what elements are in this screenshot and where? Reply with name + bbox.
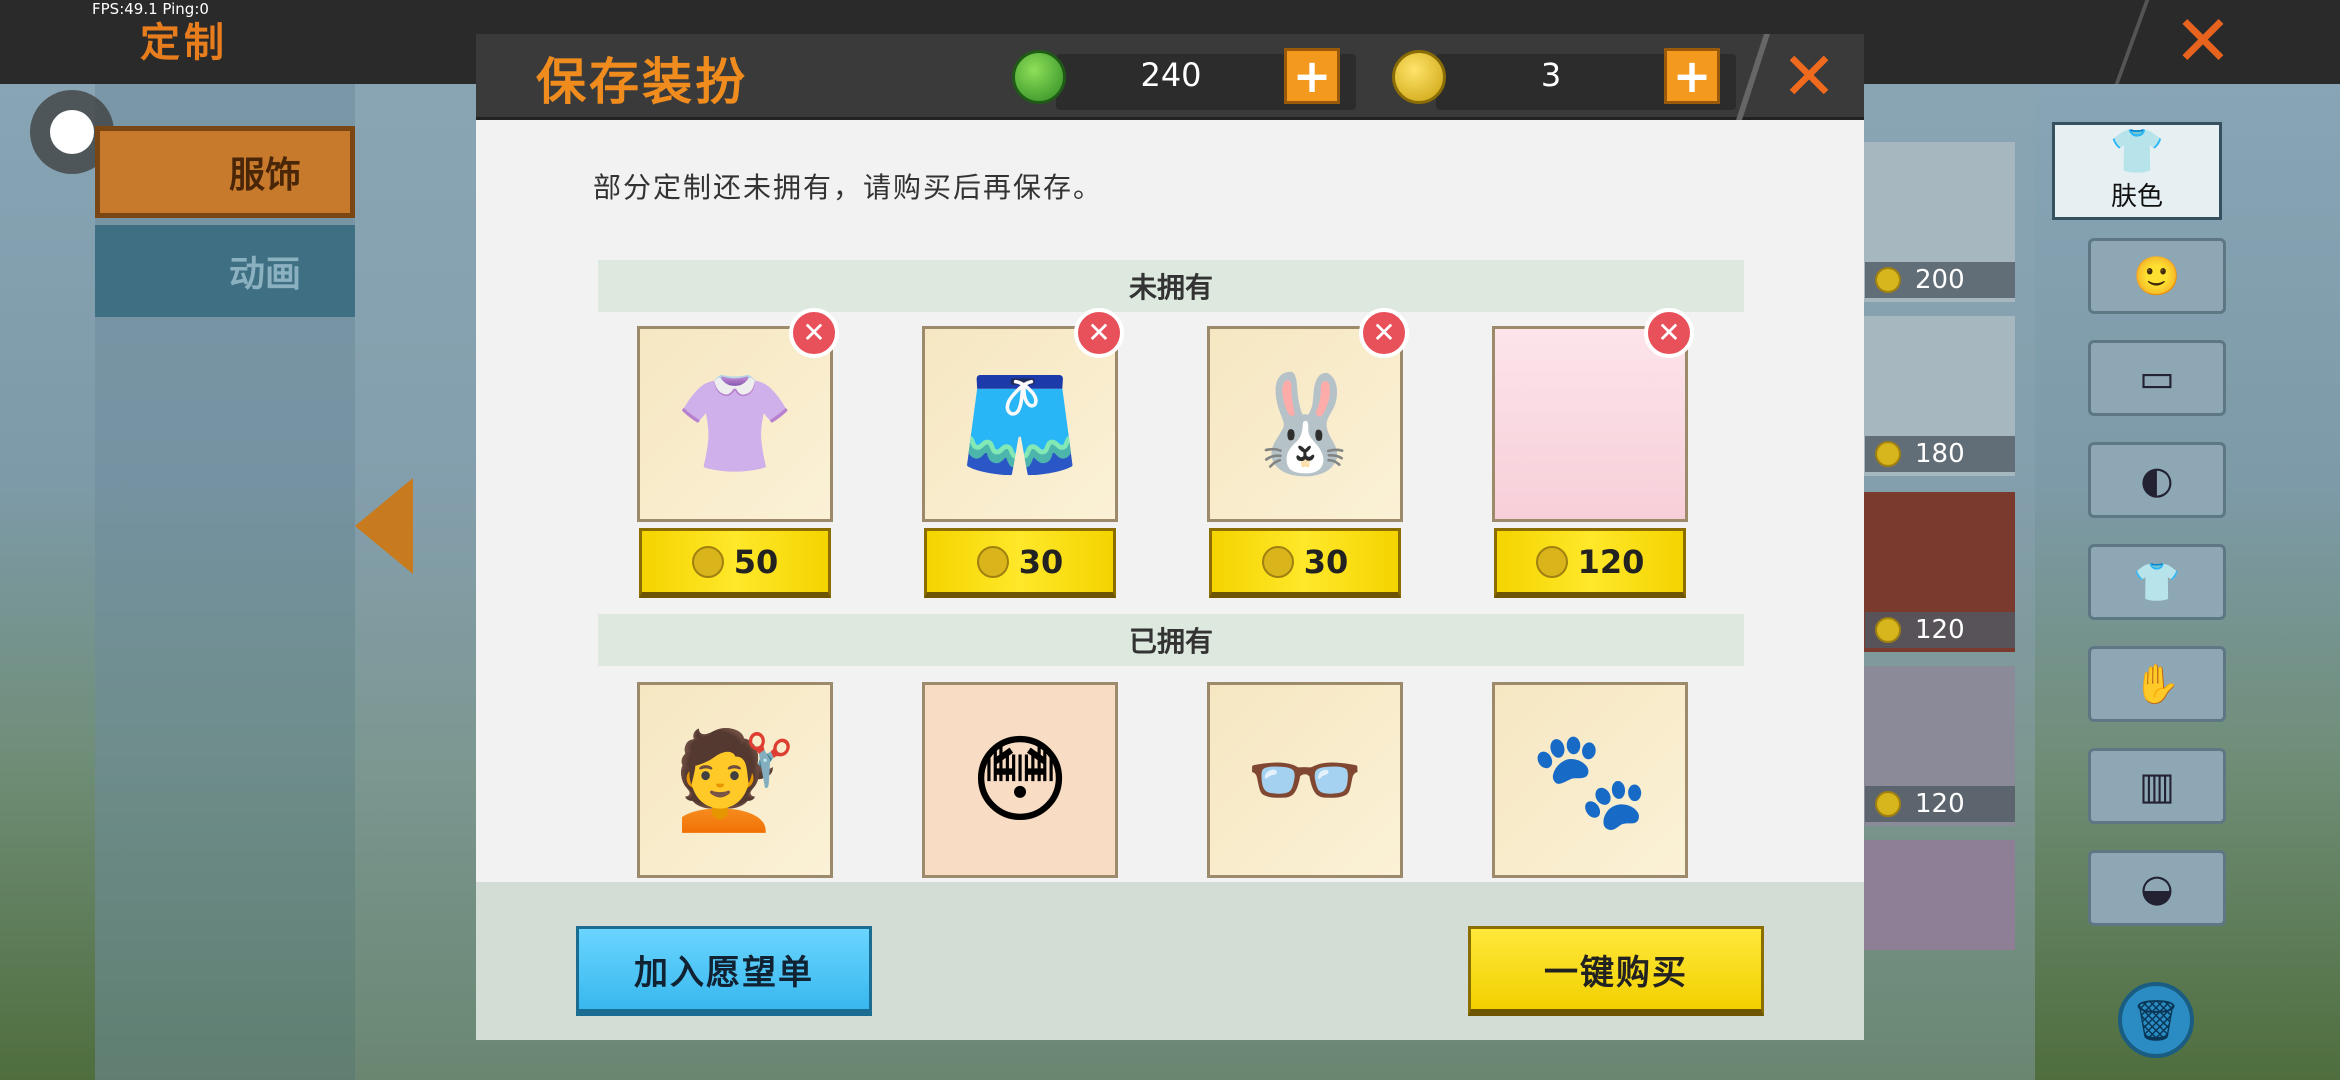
coin-icon (1261, 545, 1294, 578)
face-icon: 😳 (969, 724, 1071, 836)
shop-card[interactable]: 120 (1855, 666, 2015, 826)
section-header-owned: 已拥有 (598, 614, 1744, 666)
shop-price-value: 120 (1915, 615, 1965, 645)
coin-icon (1875, 441, 1901, 467)
shop-price-value: 200 (1915, 265, 1965, 295)
item-braided-hair[interactable]: 💇 (637, 682, 833, 878)
close-icon[interactable]: ✕ (1774, 42, 1844, 112)
add-coins-button[interactable]: + (1664, 48, 1720, 104)
head-icon[interactable]: ▭ (2088, 340, 2226, 416)
coin-icon (1875, 267, 1901, 293)
prev-arrow-icon[interactable] (355, 478, 413, 574)
buy-item-button[interactable]: 50 (639, 528, 831, 598)
save-outfit-dialog: 保存装扮 240 + 3 + ✕ 部分定制还未拥有，请购买后再保存。 未拥有 👚… (476, 34, 1864, 1040)
trash-icon[interactable]: 🗑 (2118, 982, 2194, 1058)
item-price: 50 (733, 542, 779, 581)
close-icon[interactable]: ✕ (2168, 6, 2238, 76)
skirt-icon: 🩳 (960, 368, 1080, 480)
shop-card[interactable] (1855, 840, 2015, 950)
shop-card-price: 180 (1865, 436, 2015, 472)
tab-animation[interactable]: 动画 (95, 225, 355, 317)
item-blushing-face[interactable]: 😳 (922, 682, 1118, 878)
buy-all-button[interactable]: 一键购买 (1468, 926, 1764, 1016)
notice-text: 部分定制还未拥有，请购买后再保存。 (593, 171, 1104, 204)
dialog-header: 保存装扮 240 + 3 + ✕ (476, 34, 1864, 120)
page-title: 定制 (140, 20, 228, 66)
remove-item-button[interactable]: ✕ (1074, 308, 1124, 358)
add-gems-button[interactable]: + (1284, 48, 1340, 104)
shop-card[interactable]: 120 (1855, 492, 2015, 652)
dialog-footer: 加入愿望单 一键购买 (476, 882, 1864, 1040)
add-to-wishlist-button[interactable]: 加入愿望单 (576, 926, 872, 1016)
dialog-title: 保存装扮 (536, 53, 748, 111)
item-round-glasses[interactable]: 👓 (1207, 682, 1403, 878)
coin-balance: 3 (1540, 56, 1562, 94)
gem-balance: 240 (1140, 56, 1202, 94)
onesie-icon: 👕 (2109, 126, 2165, 177)
face-icon[interactable]: 🙂 (2088, 238, 2226, 314)
remove-item-button[interactable]: ✕ (789, 308, 839, 358)
remove-item-button[interactable]: ✕ (1359, 308, 1409, 358)
item-price: 30 (1303, 542, 1349, 581)
coin-icon (1875, 791, 1901, 817)
rail-skin-label: 肤色 (2110, 182, 2163, 212)
remove-item-button[interactable]: ✕ (1644, 308, 1694, 358)
rail-skin-color[interactable]: 👕 肤色 (2052, 122, 2222, 220)
section-header-unowned: 未拥有 (598, 260, 1744, 312)
coin-icon (1875, 617, 1901, 643)
bunny-icon: 🐰 (1245, 368, 1365, 480)
dialog-body: 部分定制还未拥有，请购买后再保存。 未拥有 👚 ✕ 50 🩳 ✕ 30 🐰 ✕ … (476, 120, 1864, 882)
shirt-icon[interactable]: 👕 (2088, 544, 2226, 620)
item-paw-gloves[interactable]: 🐾 (1492, 682, 1688, 878)
header-divider (1736, 34, 1770, 120)
shop-price-value: 180 (1915, 439, 1965, 469)
gem-icon (1012, 50, 1066, 104)
hair-icon: 💇 (675, 724, 795, 836)
sailor-top-icon: 👚 (675, 368, 795, 480)
shoes-icon[interactable]: ◒ (2088, 850, 2226, 926)
shop-card[interactable]: 180 (1855, 316, 2015, 476)
coin-icon (976, 545, 1009, 578)
shop-item-column: 200 180 120 120 (1855, 128, 2035, 958)
shop-card-price: 120 (1865, 786, 2015, 822)
buy-item-button[interactable]: 30 (924, 528, 1116, 598)
tab-clothes[interactable]: 服饰 (95, 126, 355, 218)
shop-price-value: 120 (1915, 789, 1965, 819)
coin-icon (1535, 545, 1568, 578)
paw-icon: 🐾 (1530, 724, 1650, 836)
shop-card-price: 120 (1865, 612, 2015, 648)
item-price: 120 (1577, 542, 1645, 581)
mask-icon[interactable]: ◐ (2088, 442, 2226, 518)
item-price: 30 (1018, 542, 1064, 581)
coin-icon (1392, 50, 1446, 104)
buy-item-button[interactable]: 120 (1494, 528, 1686, 598)
buy-item-button[interactable]: 30 (1209, 528, 1401, 598)
gloves-icon[interactable]: ✋ (2088, 646, 2226, 722)
shop-card[interactable]: 200 (1855, 142, 2015, 302)
glasses-icon: 👓 (1245, 724, 1365, 836)
coin-icon (691, 545, 724, 578)
pants-icon[interactable]: ▥ (2088, 748, 2226, 824)
shop-card-price: 200 (1865, 262, 2015, 298)
